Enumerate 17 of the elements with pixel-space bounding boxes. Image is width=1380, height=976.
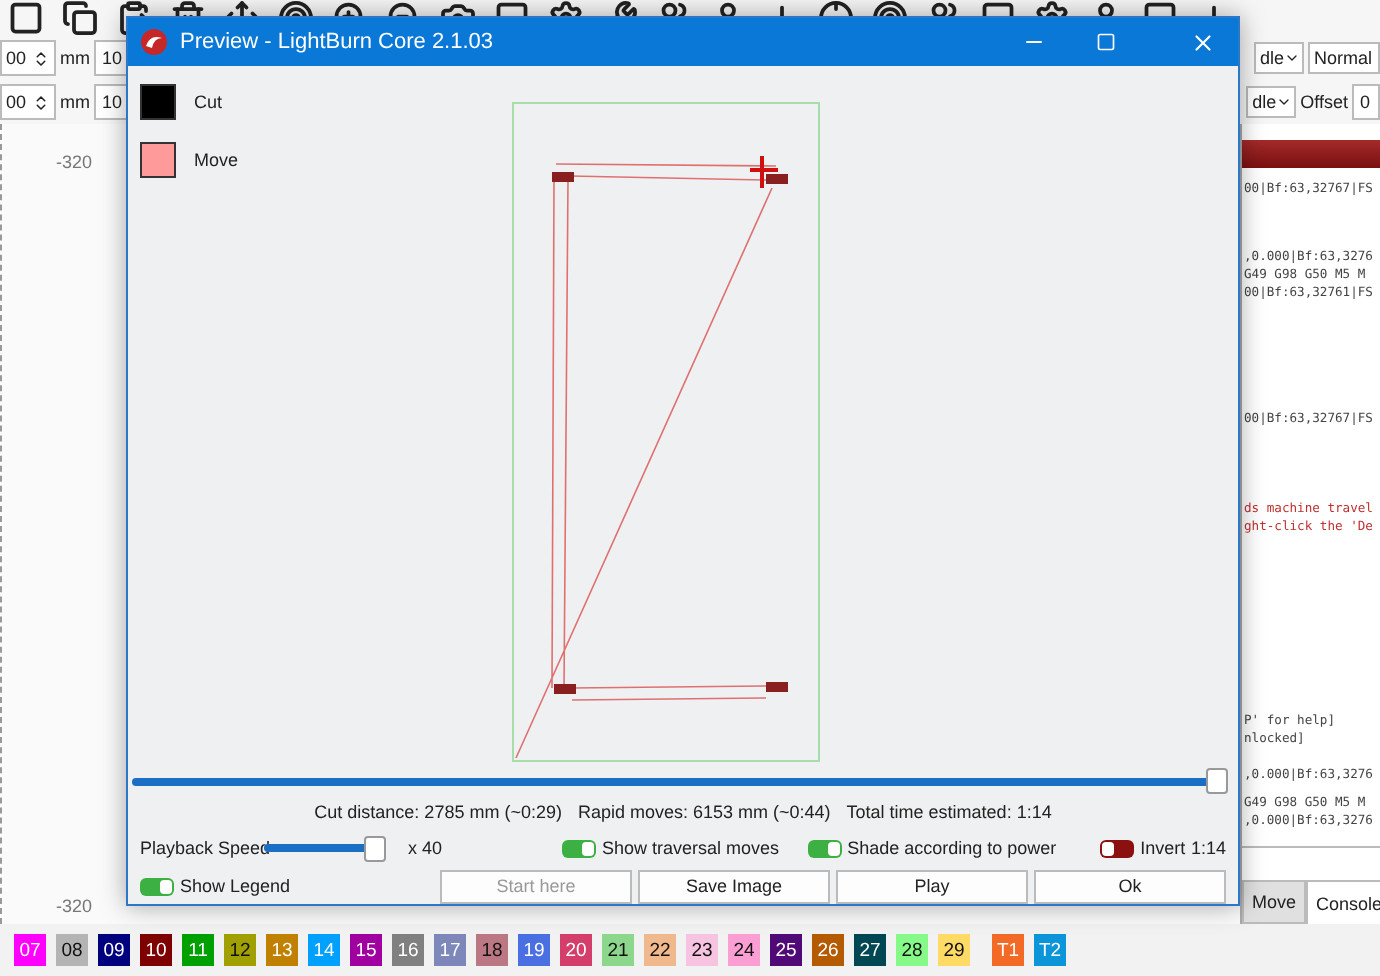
ruler-label: -320 (56, 896, 93, 916)
toggle-label: Shade according to power (847, 838, 1057, 858)
legend-label: Cut (194, 92, 223, 112)
unit-label: mm (60, 92, 90, 112)
stats-text: Cut distance: 2785 mm (~0:29) (314, 802, 562, 822)
speed-reading: x 40 (408, 838, 443, 858)
unit-label: mm (60, 48, 90, 68)
elapsed-time: 1:14 (1190, 838, 1226, 858)
offset-label: Offset (1300, 92, 1348, 112)
legend-label: Move (194, 150, 239, 170)
toggle-label: Show Legend (180, 876, 291, 896)
toggle-label: Show traversal moves (602, 838, 780, 858)
stats-text: Total time estimated: 1:14 (846, 802, 1052, 822)
toggle-label: Invert (1140, 838, 1186, 858)
ruler-label: -320 (56, 152, 93, 172)
stats-text: Rapid moves: 6153 mm (~0:44) (577, 802, 831, 822)
window-title: Preview - LightBurn Core 2.1.03 (180, 30, 496, 54)
